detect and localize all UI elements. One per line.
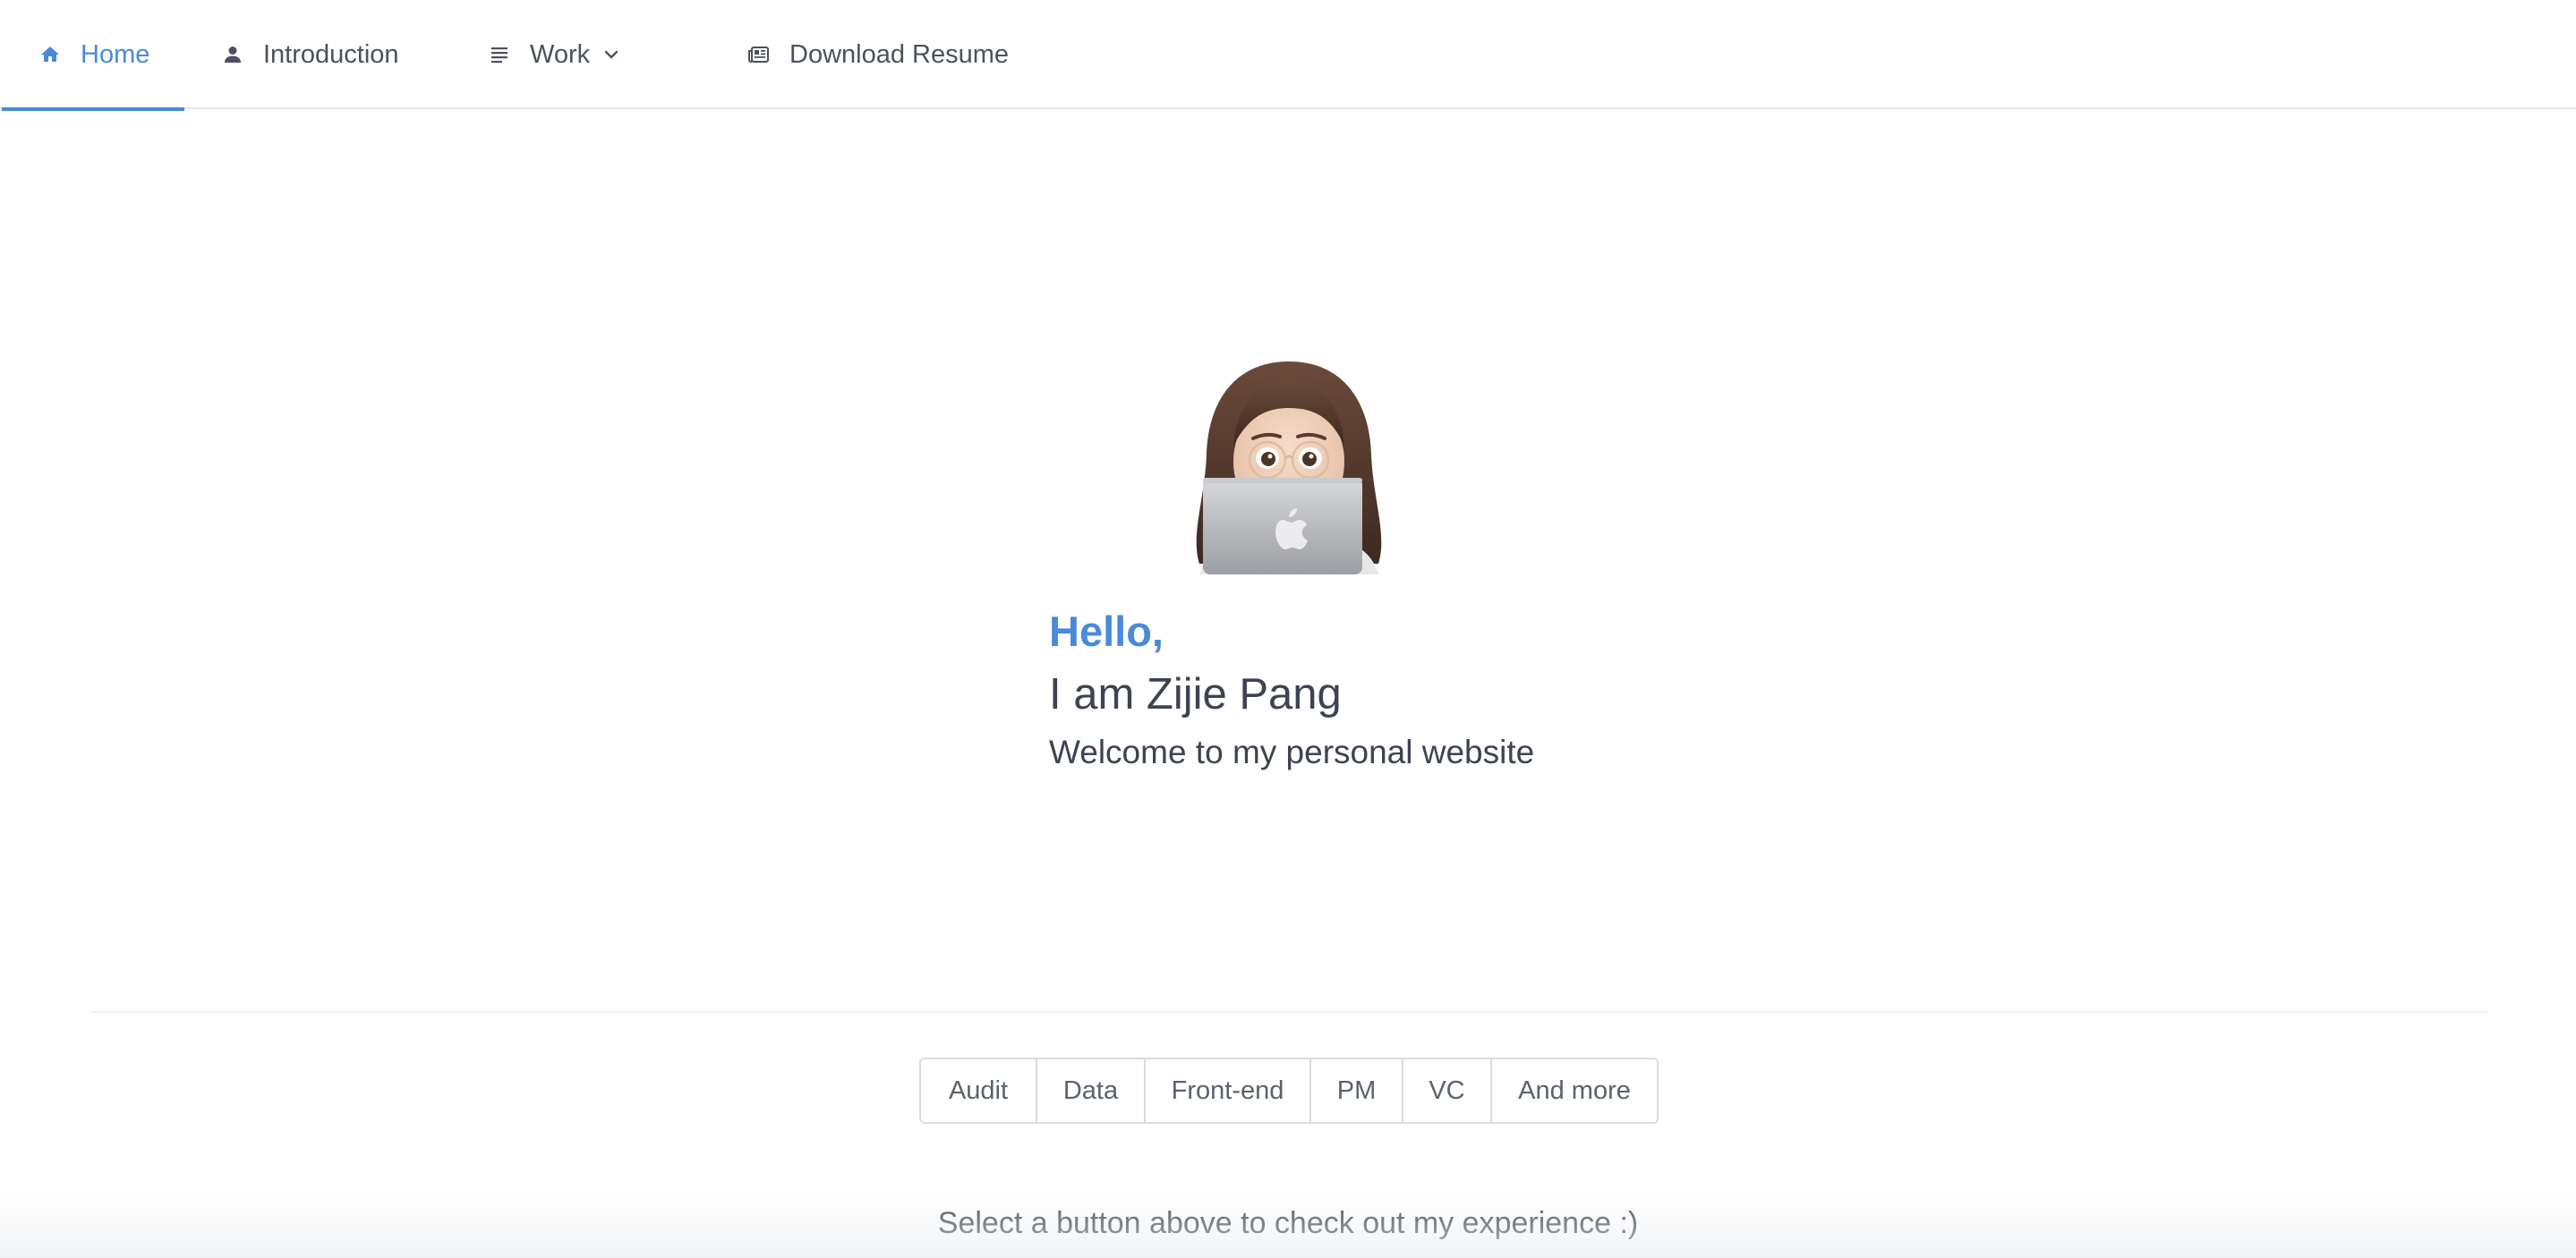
section-divider [91,1011,2488,1013]
memoji-avatar [1181,356,1396,574]
nav-item-label: Introduction [263,39,399,69]
nav-item-home[interactable]: Home [2,0,184,111]
experience-hint: Select a button above to check out my ex… [937,1206,1639,1240]
person-icon [220,42,245,67]
hero-greeting: Hello, [1049,608,1164,655]
nav-item-introduction[interactable]: Introduction [220,0,399,109]
front-end-button[interactable]: Front-end [1146,1059,1311,1122]
list-icon [487,42,512,67]
nav-item-work[interactable]: Work [487,0,620,109]
nav-item-label: Home [81,39,150,69]
hero-welcome: Welcome to my personal website [1049,734,1535,770]
hero-intro: I am Zijie Pang [1049,670,1342,718]
vc-button[interactable]: VC [1403,1059,1492,1122]
experience-button-group: Audit Data Front-end PM VC And more [919,1058,1659,1124]
newspaper-icon [746,42,772,67]
pm-button[interactable]: PM [1311,1059,1403,1122]
nav-item-download-resume[interactable]: Download Resume [746,0,1009,109]
nav-item-label: Download Resume [789,39,1010,69]
audit-button[interactable]: Audit [921,1059,1037,1122]
top-navigation: Home Introduction Work Download Resume [0,0,2576,111]
chevron-down-icon [602,46,620,64]
home-icon [38,42,63,67]
and-more-button[interactable]: And more [1492,1059,1657,1122]
data-button[interactable]: Data [1037,1059,1146,1122]
nav-item-label: Work [530,39,591,69]
